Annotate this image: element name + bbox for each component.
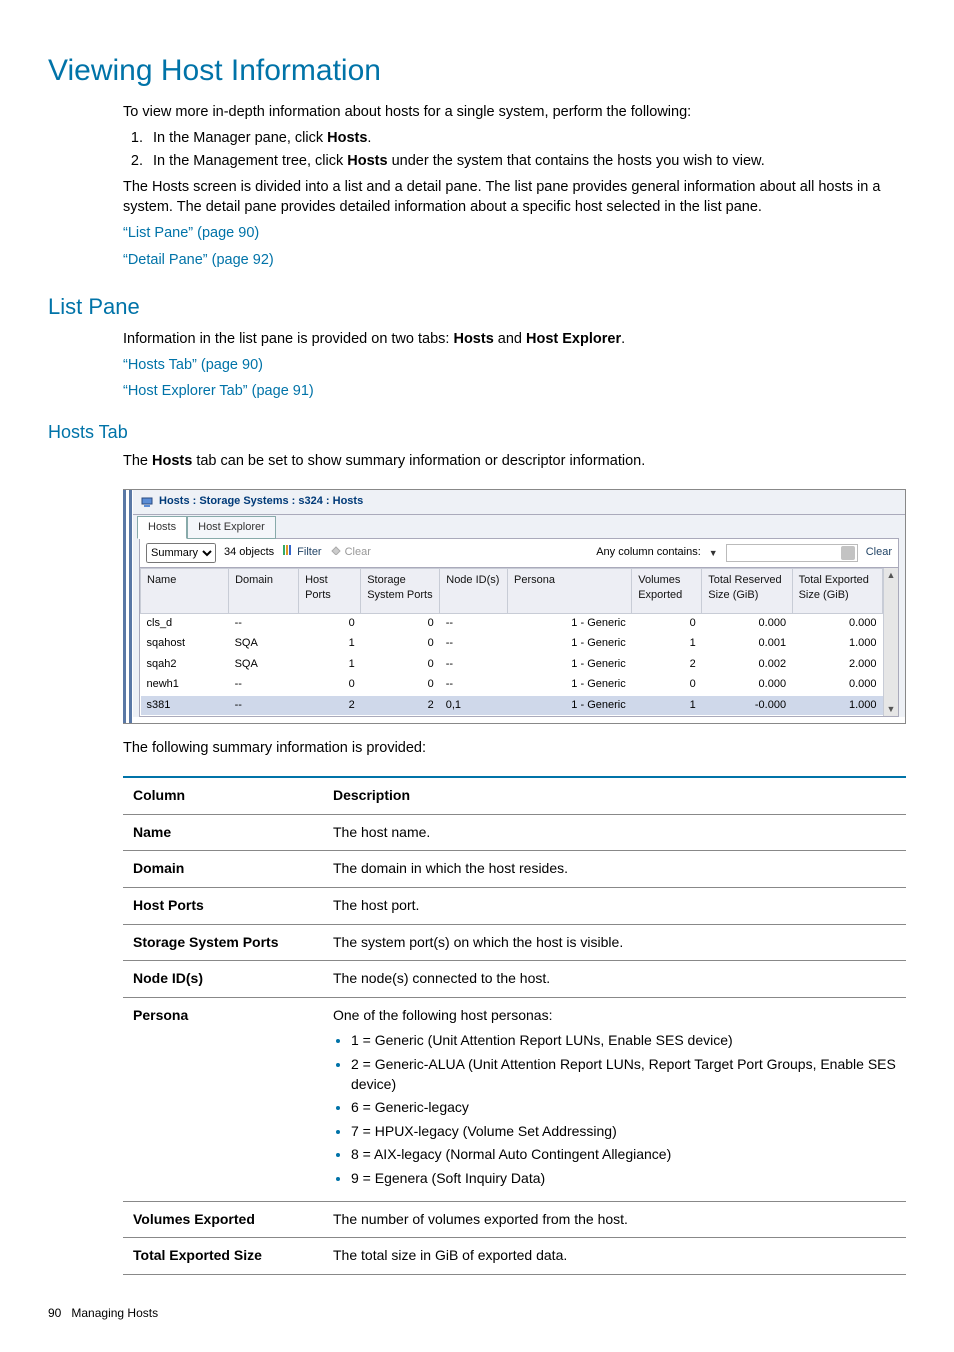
grid-scrollbar[interactable]: ▲ ▼ (883, 568, 898, 716)
clear-filter-link[interactable]: Clear (330, 545, 371, 560)
col-total-reserved-size[interactable]: Total Reserved Size (GiB) (702, 569, 792, 614)
host-icon (141, 496, 153, 508)
eraser-icon (330, 545, 342, 560)
info-header-column: Column (123, 777, 323, 814)
list-item: 7 = HPUX-legacy (Volume Set Addressing) (351, 1122, 896, 1142)
list-item: 9 = Egenera (Soft Inquiry Data) (351, 1169, 896, 1189)
table-row[interactable]: newh1--00--1 - Generic00.0000.000 (141, 675, 883, 695)
filter-icon (282, 544, 294, 561)
heading-list-pane: List Pane (48, 292, 906, 323)
table-row: Persona One of the following host person… (123, 997, 906, 1201)
link-detail-pane[interactable]: “Detail Pane” (page 92) (123, 252, 274, 268)
heading-hosts-tab: Hosts Tab (48, 420, 906, 445)
step-1: In the Manager pane, click Hosts. (147, 128, 906, 148)
link-list-pane[interactable]: “List Pane” (page 90) (123, 225, 259, 241)
intro-paragraph: To view more in-depth information about … (123, 102, 906, 122)
tabstrip: Hosts Host Explorer (133, 515, 905, 538)
footer-section: Managing Hosts (71, 1306, 158, 1320)
col-node-ids[interactable]: Node ID(s) (440, 569, 508, 614)
hosts-tab-intro: The Hosts tab can be set to show summary… (123, 451, 906, 471)
table-row[interactable]: sqahostSQA10--1 - Generic10.0011.000 (141, 634, 883, 654)
col-total-exported-size[interactable]: Total Exported Size (GiB) (792, 569, 882, 614)
col-domain[interactable]: Domain (229, 569, 299, 614)
hosts-tab-screenshot: Hosts : Storage Systems : s324 : Hosts H… (123, 489, 906, 724)
table-row[interactable]: s381--220,11 - Generic1-0.0001.000 (141, 695, 883, 715)
table-row: Total Exported Size The total size in Gi… (123, 1238, 906, 1275)
filter-link[interactable]: Filter (282, 544, 321, 561)
page-title: Viewing Host Information (48, 50, 906, 92)
col-volumes-exported[interactable]: Volumes Exported (632, 569, 702, 614)
toolbar: Summary 34 objects Filter Clear Any colu… (139, 538, 899, 568)
col-storage-system-ports[interactable]: Storage System Ports (361, 569, 440, 614)
paragraph-2: The Hosts screen is divided into a list … (123, 177, 906, 218)
page-number: 90 (48, 1306, 61, 1320)
search-input[interactable] (726, 544, 858, 562)
table-row[interactable]: sqah2SQA10--1 - Generic20.0022.000 (141, 654, 883, 674)
object-count: 34 objects (224, 545, 274, 560)
table-row: Volumes Exported The number of volumes e… (123, 1201, 906, 1238)
table-row: Name The host name. (123, 814, 906, 851)
table-row: Storage System Ports The system port(s) … (123, 924, 906, 961)
persona-list: 1 = Generic (Unit Attention Report LUNs,… (333, 1031, 896, 1188)
tab-host-explorer[interactable]: Host Explorer (187, 516, 276, 539)
step-2: In the Management tree, click Hosts unde… (147, 151, 906, 171)
scroll-up-icon[interactable]: ▲ (884, 568, 898, 582)
table-row: Node ID(s) The node(s) connected to the … (123, 961, 906, 998)
hosts-grid: Name Domain Host Ports Storage System Po… (139, 568, 899, 717)
info-header-description: Description (323, 777, 906, 814)
table-row: Host Ports The host port. (123, 888, 906, 925)
tab-hosts[interactable]: Hosts (137, 516, 187, 539)
breadcrumb: Hosts : Storage Systems : s324 : Hosts (159, 494, 363, 509)
list-item: 2 = Generic-ALUA (Unit Attention Report … (351, 1055, 896, 1094)
table-row: Domain The domain in which the host resi… (123, 851, 906, 888)
page-footer: 90 Managing Hosts (48, 1305, 906, 1322)
col-persona[interactable]: Persona (508, 569, 632, 614)
screenshot-titlebar: Hosts : Storage Systems : s324 : Hosts (133, 490, 905, 514)
summary-info-table: Column Description Name The host name. D… (123, 776, 906, 1275)
dropdown-caret-icon[interactable]: ▼ (709, 547, 718, 560)
grid-header-row: Name Domain Host Ports Storage System Po… (141, 569, 883, 614)
table-row[interactable]: cls_d--00--1 - Generic00.0000.000 (141, 614, 883, 634)
steps-list: In the Manager pane, click Hosts. In the… (123, 128, 906, 171)
view-select[interactable]: Summary (146, 543, 216, 563)
list-item: 1 = Generic (Unit Attention Report LUNs,… (351, 1031, 896, 1051)
link-hosts-tab[interactable]: “Hosts Tab” (page 90) (123, 357, 263, 373)
clear-search-link[interactable]: Clear (866, 545, 892, 560)
any-column-label: Any column contains: (596, 545, 701, 560)
list-pane-intro: Information in the list pane is provided… (123, 329, 906, 349)
scroll-down-icon[interactable]: ▼ (884, 702, 898, 716)
follow-paragraph: The following summary information is pro… (123, 738, 906, 758)
link-host-explorer-tab[interactable]: “Host Explorer Tab” (page 91) (123, 383, 314, 399)
list-item: 6 = Generic-legacy (351, 1098, 896, 1118)
col-name[interactable]: Name (141, 569, 229, 614)
col-host-ports[interactable]: Host Ports (299, 569, 361, 614)
list-item: 8 = AIX-legacy (Normal Auto Contingent A… (351, 1145, 896, 1165)
